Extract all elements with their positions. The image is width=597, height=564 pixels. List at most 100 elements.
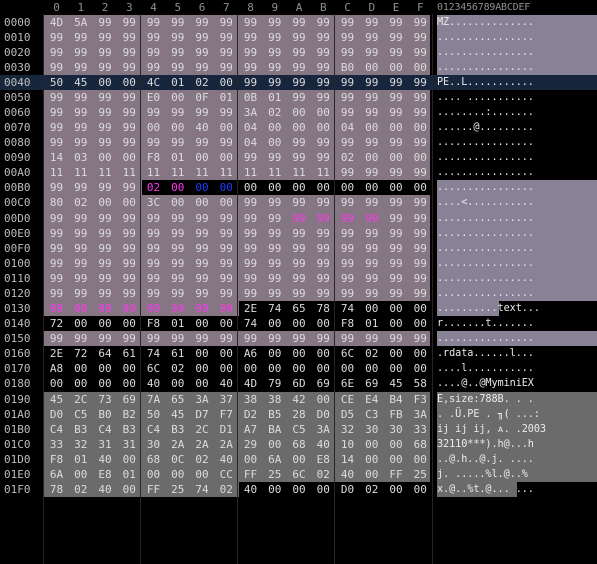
- hex-byte[interactable]: 72: [69, 346, 93, 361]
- hex-byte[interactable]: 99: [360, 75, 384, 90]
- hex-byte[interactable]: C5: [69, 407, 93, 422]
- hex-byte[interactable]: 6C: [287, 467, 311, 482]
- hex-byte[interactable]: 02: [69, 195, 93, 210]
- hex-byte[interactable]: 73: [93, 392, 117, 407]
- hex-byte[interactable]: 11: [263, 165, 287, 180]
- hex-byte[interactable]: 01: [69, 452, 93, 467]
- hex-byte[interactable]: 00: [360, 452, 384, 467]
- hex-byte[interactable]: 99: [287, 30, 311, 45]
- hex-byte[interactable]: 00: [214, 150, 238, 165]
- hex-byte[interactable]: 2E: [239, 301, 263, 316]
- hex-byte[interactable]: BA: [263, 422, 287, 437]
- hex-byte[interactable]: 00: [287, 316, 311, 331]
- hex-byte[interactable]: 99: [360, 90, 384, 105]
- hex-byte[interactable]: D5: [336, 407, 360, 422]
- hex-byte[interactable]: 00: [287, 482, 311, 497]
- hex-byte[interactable]: F3: [408, 392, 432, 407]
- hex-byte[interactable]: 99: [360, 165, 384, 180]
- hex-byte[interactable]: 00: [384, 452, 408, 467]
- hex-byte[interactable]: 99: [408, 75, 432, 90]
- hex-byte[interactable]: 99: [311, 75, 335, 90]
- hex-row[interactable]: 0140 72 00 00 00 F8 01 00 00 74 00 00 00 F8 01 00 00 r...…: [0, 316, 597, 331]
- hex-byte[interactable]: 99: [117, 90, 141, 105]
- hex-byte[interactable]: 04: [239, 120, 263, 135]
- hex-byte[interactable]: 69: [117, 392, 141, 407]
- hex-byte[interactable]: 02: [263, 105, 287, 120]
- hex-byte[interactable]: 99: [117, 211, 141, 226]
- hex-byte[interactable]: 99: [93, 256, 117, 271]
- ascii-text[interactable]: ....l...........: [437, 361, 597, 376]
- hex-byte[interactable]: 99: [311, 135, 335, 150]
- hex-row[interactable]: 0060 99 99 99 99 99 99 99 99 3A 02 00 00 99 99 99 99....…: [0, 105, 597, 120]
- hex-byte[interactable]: 38: [239, 392, 263, 407]
- hex-byte[interactable]: 00: [69, 467, 93, 482]
- hex-byte[interactable]: 99: [287, 256, 311, 271]
- hex-byte[interactable]: 01: [360, 316, 384, 331]
- hex-byte[interactable]: 99: [142, 45, 166, 60]
- hex-byte[interactable]: 00: [117, 376, 141, 391]
- hex-byte[interactable]: 40: [190, 120, 214, 135]
- hex-byte[interactable]: 00: [384, 361, 408, 376]
- hex-byte[interactable]: 00: [69, 316, 93, 331]
- hex-byte[interactable]: 02: [69, 482, 93, 497]
- hex-byte[interactable]: FF: [239, 467, 263, 482]
- hex-byte[interactable]: 99: [287, 135, 311, 150]
- ascii-text[interactable]: ij ij ij, ᴀ. .2003: [437, 422, 597, 437]
- hex-byte[interactable]: 99: [384, 331, 408, 346]
- hex-row[interactable]: 0070 99 99 99 99 00 00 40 00 04 00 00 00 04 00 00 00....…: [0, 120, 597, 135]
- hex-byte[interactable]: 99: [239, 150, 263, 165]
- ascii-text[interactable]: ........:.......: [437, 105, 597, 120]
- hex-byte[interactable]: 00: [69, 376, 93, 391]
- hex-row[interactable]: 01E0 6A 00 E8 01 00 00 00 CC FF 25 6C 02 40 00 FF 25 j. .…: [0, 467, 597, 482]
- hex-byte[interactable]: 99: [239, 15, 263, 30]
- hex-row[interactable]: 01A0 D0 C5 B0 B2 50 45 D7 F7 D2 B5 28 D0 D5 C3 FB 3A. .Ü…: [0, 407, 597, 422]
- hex-byte[interactable]: 6C: [336, 346, 360, 361]
- hex-byte[interactable]: 99: [287, 60, 311, 75]
- hex-byte[interactable]: 99: [287, 211, 311, 226]
- hex-byte[interactable]: 99: [214, 256, 238, 271]
- hex-byte[interactable]: 11: [45, 165, 69, 180]
- hex-byte[interactable]: 00: [263, 437, 287, 452]
- hex-byte[interactable]: 00: [190, 316, 214, 331]
- hex-byte[interactable]: 99: [45, 241, 69, 256]
- hex-byte[interactable]: E4: [360, 392, 384, 407]
- hex-byte[interactable]: 99: [408, 256, 432, 271]
- hex-byte[interactable]: 99: [336, 75, 360, 90]
- hex-byte[interactable]: 99: [142, 331, 166, 346]
- ascii-text[interactable]: x.@..%t.@... ...: [437, 482, 597, 497]
- hex-byte[interactable]: 99: [408, 165, 432, 180]
- ascii-text[interactable]: ................: [437, 226, 597, 241]
- hex-byte[interactable]: 61: [166, 346, 190, 361]
- hex-row[interactable]: 0160 2E 72 64 61 74 61 00 00 A6 00 00 00 6C 02 00 00 .rda…: [0, 346, 597, 361]
- hex-byte[interactable]: 99: [239, 226, 263, 241]
- hex-byte[interactable]: 74: [263, 301, 287, 316]
- hex-byte[interactable]: 99: [263, 150, 287, 165]
- hex-row[interactable]: 00D0 99 99 99 99 99 99 99 99 99 99 99 99 99 99 99 99....…: [0, 211, 597, 226]
- hex-byte[interactable]: 99: [311, 45, 335, 60]
- hex-byte[interactable]: 00: [336, 361, 360, 376]
- hex-byte[interactable]: 00: [93, 361, 117, 376]
- hex-byte[interactable]: 99: [384, 135, 408, 150]
- hex-byte[interactable]: 99: [166, 30, 190, 45]
- hex-byte[interactable]: 4C: [142, 75, 166, 90]
- hex-byte[interactable]: 99: [263, 211, 287, 226]
- hex-byte[interactable]: 99: [69, 135, 93, 150]
- hex-byte[interactable]: 78: [45, 482, 69, 497]
- hex-byte[interactable]: 99: [408, 90, 432, 105]
- hex-byte[interactable]: 50: [45, 75, 69, 90]
- hex-byte[interactable]: 99: [214, 241, 238, 256]
- hex-byte[interactable]: 99: [287, 15, 311, 30]
- hex-byte[interactable]: 11: [311, 165, 335, 180]
- hex-byte[interactable]: 00: [190, 361, 214, 376]
- hex-row[interactable]: 0030 99 99 99 99 99 99 99 99 99 99 99 99 B0 00 00 00....…: [0, 60, 597, 75]
- hex-byte[interactable]: 00: [408, 120, 432, 135]
- hex-byte[interactable]: 99: [117, 241, 141, 256]
- ascii-text[interactable]: ..........text...: [437, 301, 597, 316]
- hex-byte[interactable]: 99: [93, 271, 117, 286]
- hex-byte[interactable]: 99: [408, 226, 432, 241]
- hex-row[interactable]: 0020 99 99 99 99 99 99 99 99 99 99 99 99 99 99 99 99....…: [0, 45, 597, 60]
- hex-byte[interactable]: 00: [408, 482, 432, 497]
- hex-byte[interactable]: 01: [214, 90, 238, 105]
- hex-byte[interactable]: 02: [360, 482, 384, 497]
- ascii-text[interactable]: ................: [437, 165, 597, 180]
